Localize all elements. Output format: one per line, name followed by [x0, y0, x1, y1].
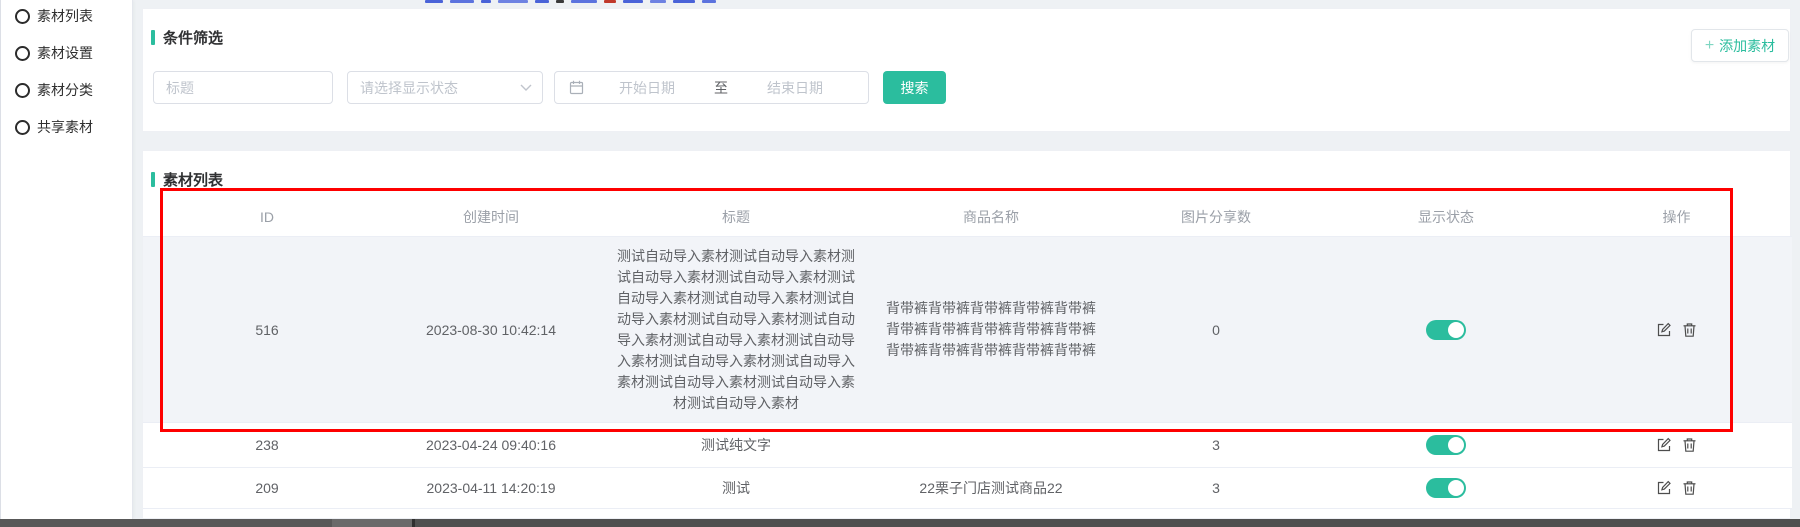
col-header-status: 显示状态 — [1331, 197, 1561, 236]
table-header-row: ID 创建时间 标题 商品名称 图片分享数 显示状态 操作 — [143, 197, 1792, 237]
sidebar-item-label: 素材列表 — [37, 6, 93, 26]
col-header-id: ID — [143, 197, 391, 236]
cell-product: 22栗子门店测试商品22 — [881, 468, 1101, 508]
sidebar-item-material-category[interactable]: 素材分类 — [15, 79, 93, 101]
cell-product: 背带裤背带裤背带裤背带裤背带裤背带裤背带裤背带裤背带裤背带裤背带裤背带裤背带裤背… — [881, 298, 1101, 361]
date-range-picker[interactable]: 开始日期 至 结束日期 — [554, 71, 869, 104]
sidebar: 素材列表 素材设置 素材分类 共享素材 — [0, 0, 133, 519]
status-select-placeholder: 请选择显示状态 — [360, 78, 458, 98]
circle-icon — [15, 120, 30, 135]
material-admin-screen: { "accent_color": "#2bbd9e", "highlight_… — [0, 0, 1800, 527]
circle-icon — [15, 83, 30, 98]
cell-product — [881, 423, 1101, 467]
scrollbar-track-segment — [0, 519, 332, 527]
sidebar-item-material-list[interactable]: 素材列表 — [15, 5, 93, 27]
date-end-placeholder: 结束日期 — [732, 78, 858, 98]
title-input[interactable] — [153, 71, 333, 104]
display-status-toggle[interactable] — [1426, 435, 1466, 455]
sidebar-item-label: 共享素材 — [37, 117, 93, 137]
col-header-product: 商品名称 — [881, 197, 1101, 236]
sidebar-item-shared-material[interactable]: 共享素材 — [15, 116, 93, 138]
col-header-shares: 图片分享数 — [1101, 197, 1331, 236]
col-header-title: 标题 — [591, 197, 881, 236]
add-material-button[interactable]: + 添加素材 — [1691, 29, 1789, 62]
display-status-toggle[interactable] — [1426, 478, 1466, 498]
delete-icon[interactable] — [1682, 322, 1697, 338]
cell-shares: 3 — [1101, 423, 1331, 467]
plus-icon: + — [1705, 38, 1714, 54]
accent-bar — [151, 30, 155, 45]
search-button[interactable]: 搜索 — [883, 71, 946, 104]
sidebar-item-material-settings[interactable]: 素材设置 — [15, 42, 93, 64]
sidebar-item-label: 素材分类 — [37, 80, 93, 100]
edit-icon[interactable] — [1656, 322, 1672, 338]
table-row-highlighted: 516 2023-08-30 10:42:14 测试自动导入素材测试自动导入素材… — [143, 237, 1792, 423]
cell-shares: 0 — [1101, 237, 1331, 422]
clipped-text-artifact — [425, 0, 716, 4]
cell-id: 209 — [143, 468, 391, 508]
calendar-icon — [569, 80, 584, 95]
table-row: 238 2023-04-24 09:40:16 测试纯文字 3 — [143, 423, 1792, 468]
chevron-down-icon — [520, 84, 532, 91]
display-status-toggle[interactable] — [1426, 320, 1466, 340]
cell-shares: 3 — [1101, 468, 1331, 508]
edit-icon[interactable] — [1656, 480, 1672, 496]
cell-created: 2023-04-11 14:20:19 — [391, 468, 591, 508]
edit-icon[interactable] — [1656, 437, 1672, 453]
cell-created: 2023-08-30 10:42:14 — [391, 237, 591, 422]
material-list-card: 素材列表 ID 创建时间 标题 商品名称 图片分享数 显示状态 操作 516 2… — [142, 150, 1791, 519]
col-header-actions: 操作 — [1561, 197, 1792, 236]
table-row: 209 2023-04-11 14:20:19 测试 22栗子门店测试商品22 … — [143, 468, 1792, 509]
toggle-knob — [1448, 437, 1464, 453]
toggle-knob — [1448, 322, 1464, 338]
delete-icon[interactable] — [1682, 437, 1697, 453]
circle-icon — [15, 46, 30, 61]
cell-id: 516 — [143, 237, 391, 422]
cell-title: 测试自动导入素材测试自动导入素材测试自动导入素材测试自动导入素材测试自动导入素材… — [616, 246, 856, 414]
col-header-created: 创建时间 — [391, 197, 591, 236]
cell-title: 测试 — [591, 468, 881, 508]
material-table: ID 创建时间 标题 商品名称 图片分享数 显示状态 操作 516 2023-0… — [143, 197, 1792, 509]
toggle-knob — [1448, 480, 1464, 496]
accent-bar — [151, 172, 155, 187]
filter-section-title: 条件筛选 — [151, 27, 223, 48]
date-separator: 至 — [710, 78, 732, 98]
delete-icon[interactable] — [1682, 480, 1697, 496]
date-start-placeholder: 开始日期 — [584, 78, 710, 98]
filter-card: 条件筛选 请选择显示状态 开始日期 至 结束日期 搜索 + 添加素材 — [142, 8, 1791, 132]
circle-icon — [15, 9, 30, 24]
cell-created: 2023-04-24 09:40:16 — [391, 423, 591, 467]
cell-id: 238 — [143, 423, 391, 467]
cell-title: 测试纯文字 — [591, 423, 881, 467]
horizontal-scrollbar — [0, 519, 1800, 527]
scrollbar-thumb[interactable] — [332, 519, 412, 527]
status-select[interactable]: 请选择显示状态 — [347, 71, 543, 104]
table-section-title: 素材列表 — [151, 169, 223, 190]
scrollbar-notch — [412, 519, 415, 527]
sidebar-item-label: 素材设置 — [37, 43, 93, 63]
